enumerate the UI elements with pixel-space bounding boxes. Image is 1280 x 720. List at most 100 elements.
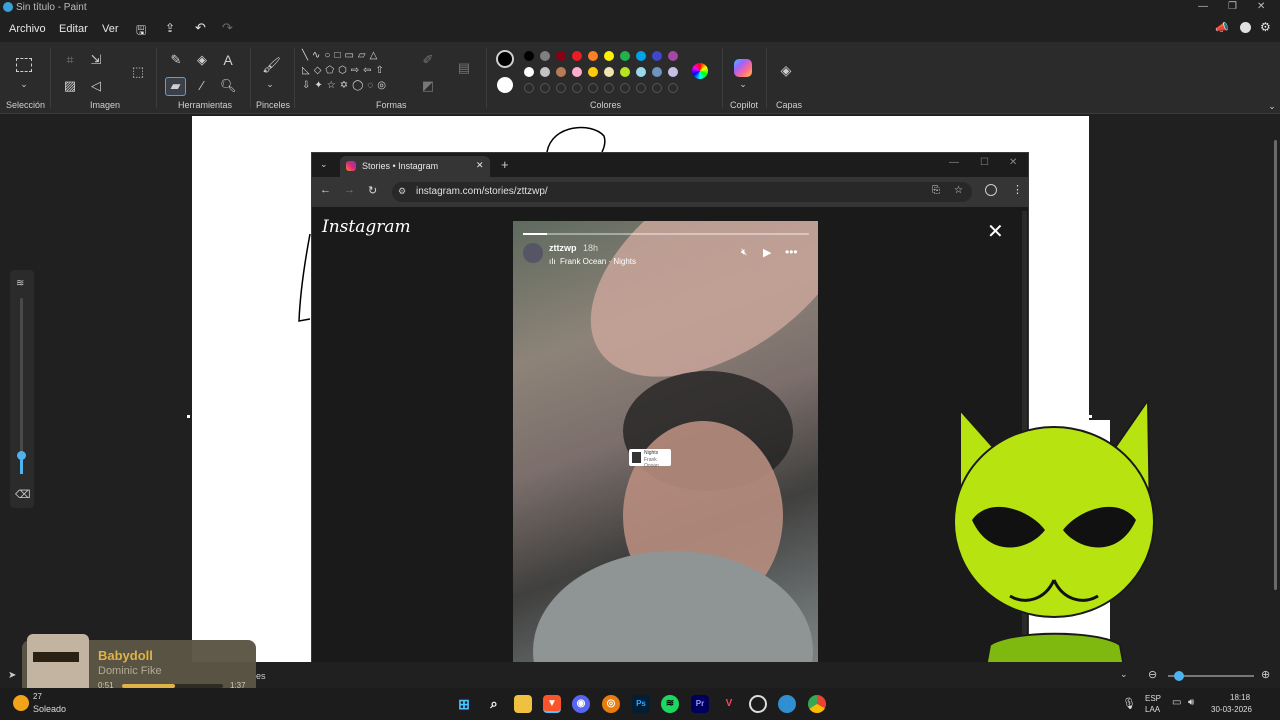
windows-start-icon[interactable]: ⊞: [455, 695, 473, 713]
play-icon[interactable]: ▶: [763, 246, 771, 259]
image-select-icon[interactable]: ⬚: [130, 64, 146, 80]
color-swatch[interactable]: [604, 67, 614, 77]
custom-color-slot[interactable]: [620, 83, 630, 93]
feedback-icon[interactable]: 📣: [1215, 21, 1229, 34]
shape-fill-icon[interactable]: ◩: [420, 78, 436, 94]
remove-background-icon[interactable]: ▨: [62, 78, 78, 94]
text-icon[interactable]: A: [220, 52, 236, 68]
size-slider-track[interactable]: [20, 298, 23, 474]
story-music[interactable]: Frank Ocean · Nights: [560, 257, 636, 266]
primary-color-swatch[interactable]: [496, 50, 514, 68]
photoshop-icon[interactable]: Ps: [632, 695, 650, 713]
volume-icon[interactable]: 🔊︎: [1188, 697, 1194, 708]
shape-size-icon[interactable]: ▤: [456, 60, 472, 76]
save-icon[interactable]: 🖫: [136, 21, 146, 42]
music-sticker[interactable]: Nights Frank Ocean: [629, 449, 671, 469]
color-swatch[interactable]: [604, 51, 614, 61]
forward-icon[interactable]: →: [344, 184, 355, 196]
install-app-icon[interactable]: ⎘: [932, 185, 940, 196]
brave-browser-icon[interactable]: ▼: [543, 695, 561, 713]
story-viewer[interactable]: zttzwp 18h ıIı Frank Ocean · Nights 🔇︎ ▶…: [513, 221, 818, 689]
color-swatch[interactable]: [524, 51, 534, 61]
custom-color-slot[interactable]: [556, 83, 566, 93]
color-swatch[interactable]: [652, 67, 662, 77]
color-swatch[interactable]: [620, 51, 630, 61]
color-swatch[interactable]: [524, 67, 534, 77]
weather-sun-icon[interactable]: [13, 695, 29, 711]
menu-editar[interactable]: Editar: [59, 23, 88, 35]
secondary-color-swatch[interactable]: [497, 77, 513, 93]
shapes-gallery[interactable]: ╲∿○□▭▱△ ◺◇⬠⬡⇨⇦⇧ ⇩✦☆✡◯◌◎: [302, 48, 408, 98]
scrollbar-thumb[interactable]: [1274, 140, 1277, 590]
blender-icon[interactable]: ◎: [602, 695, 620, 713]
edit-colors-icon[interactable]: [692, 63, 708, 79]
layers-icon[interactable]: ◈: [778, 62, 794, 78]
resize-icon[interactable]: ⇲: [88, 52, 104, 68]
bookmark-star-icon[interactable]: ☆: [954, 185, 963, 196]
color-swatch[interactable]: [620, 67, 630, 77]
custom-color-slot[interactable]: [540, 83, 550, 93]
story-username[interactable]: zttzwp: [549, 243, 577, 253]
pencil-icon[interactable]: ✎: [168, 52, 184, 68]
microphone-icon[interactable]: 🎙︎: [1122, 697, 1136, 710]
story-avatar[interactable]: [523, 243, 543, 263]
share-icon[interactable]: ⇪: [165, 21, 175, 35]
color-swatch[interactable]: [636, 67, 646, 77]
custom-color-slot[interactable]: [604, 83, 614, 93]
zoom-out-icon[interactable]: ⊖: [1148, 668, 1157, 681]
keyboard-layout[interactable]: LAA: [1145, 705, 1160, 714]
select-rectangle-icon[interactable]: [16, 58, 32, 72]
mute-icon[interactable]: 🔇︎: [741, 247, 747, 258]
clock-date[interactable]: 30-03-2026: [1211, 705, 1252, 714]
outline-icon[interactable]: ✐: [420, 52, 436, 68]
custom-color-slot[interactable]: [588, 83, 598, 93]
color-swatch[interactable]: [652, 51, 662, 61]
clock-time[interactable]: 18:18: [1230, 693, 1250, 702]
language-code[interactable]: ESP: [1145, 694, 1161, 703]
collapse-ribbon-icon[interactable]: ⌄: [1264, 98, 1280, 114]
search-icon[interactable]: ⌕: [485, 695, 503, 713]
new-tab-icon[interactable]: +: [501, 157, 509, 172]
color-swatch[interactable]: [572, 51, 582, 61]
valorant-icon[interactable]: V: [720, 695, 738, 713]
custom-color-slot[interactable]: [524, 83, 534, 93]
instagram-logo[interactable]: Instagram: [322, 217, 411, 237]
custom-color-slot[interactable]: [652, 83, 662, 93]
file-explorer-icon[interactable]: [514, 695, 532, 713]
back-icon[interactable]: ←: [320, 184, 331, 196]
rotate-icon[interactable]: ◁: [88, 78, 104, 94]
edge-icon[interactable]: [778, 695, 796, 713]
tab-search-icon[interactable]: ⌄: [320, 159, 328, 170]
close-tab-icon[interactable]: ✕: [476, 160, 484, 171]
color-swatch[interactable]: [556, 51, 566, 61]
account-icon[interactable]: [1240, 22, 1251, 33]
reload-icon[interactable]: ↻: [368, 184, 377, 197]
vertical-scrollbar[interactable]: [1272, 140, 1280, 590]
minimize-icon[interactable]: —: [949, 157, 959, 168]
profile-icon[interactable]: [985, 184, 997, 196]
menu-archivo[interactable]: Archivo: [9, 23, 46, 35]
copilot-icon[interactable]: [734, 59, 752, 77]
eraser-icon[interactable]: ▰: [165, 77, 186, 96]
color-picker-icon[interactable]: ⁄: [194, 78, 210, 94]
chrome-icon[interactable]: [808, 695, 826, 713]
color-swatch[interactable]: [668, 67, 678, 77]
zoom-in-icon[interactable]: ⊕: [1261, 668, 1270, 681]
minimize-icon[interactable]: —: [1198, 1, 1208, 12]
color-swatch[interactable]: [572, 67, 582, 77]
close-icon[interactable]: ✕: [1009, 157, 1017, 168]
color-swatch[interactable]: [556, 67, 566, 77]
settings-gear-icon[interactable]: ⚙: [1260, 20, 1271, 34]
crop-icon[interactable]: ⌗: [62, 52, 78, 68]
redo-icon[interactable]: ↷: [222, 20, 233, 36]
maximize-icon[interactable]: ☐: [980, 157, 989, 168]
color-swatch[interactable]: [588, 67, 598, 77]
discord-icon[interactable]: ◉: [572, 695, 590, 713]
custom-color-slot[interactable]: [668, 83, 678, 93]
more-options-icon[interactable]: •••: [785, 245, 798, 259]
size-slider-thumb[interactable]: [17, 451, 26, 460]
steam-icon[interactable]: [749, 695, 767, 713]
tab-instagram[interactable]: Stories • Instagram ✕: [340, 156, 490, 177]
color-swatch[interactable]: [540, 67, 550, 77]
chevron-down-icon[interactable]: ⌄: [735, 76, 751, 92]
